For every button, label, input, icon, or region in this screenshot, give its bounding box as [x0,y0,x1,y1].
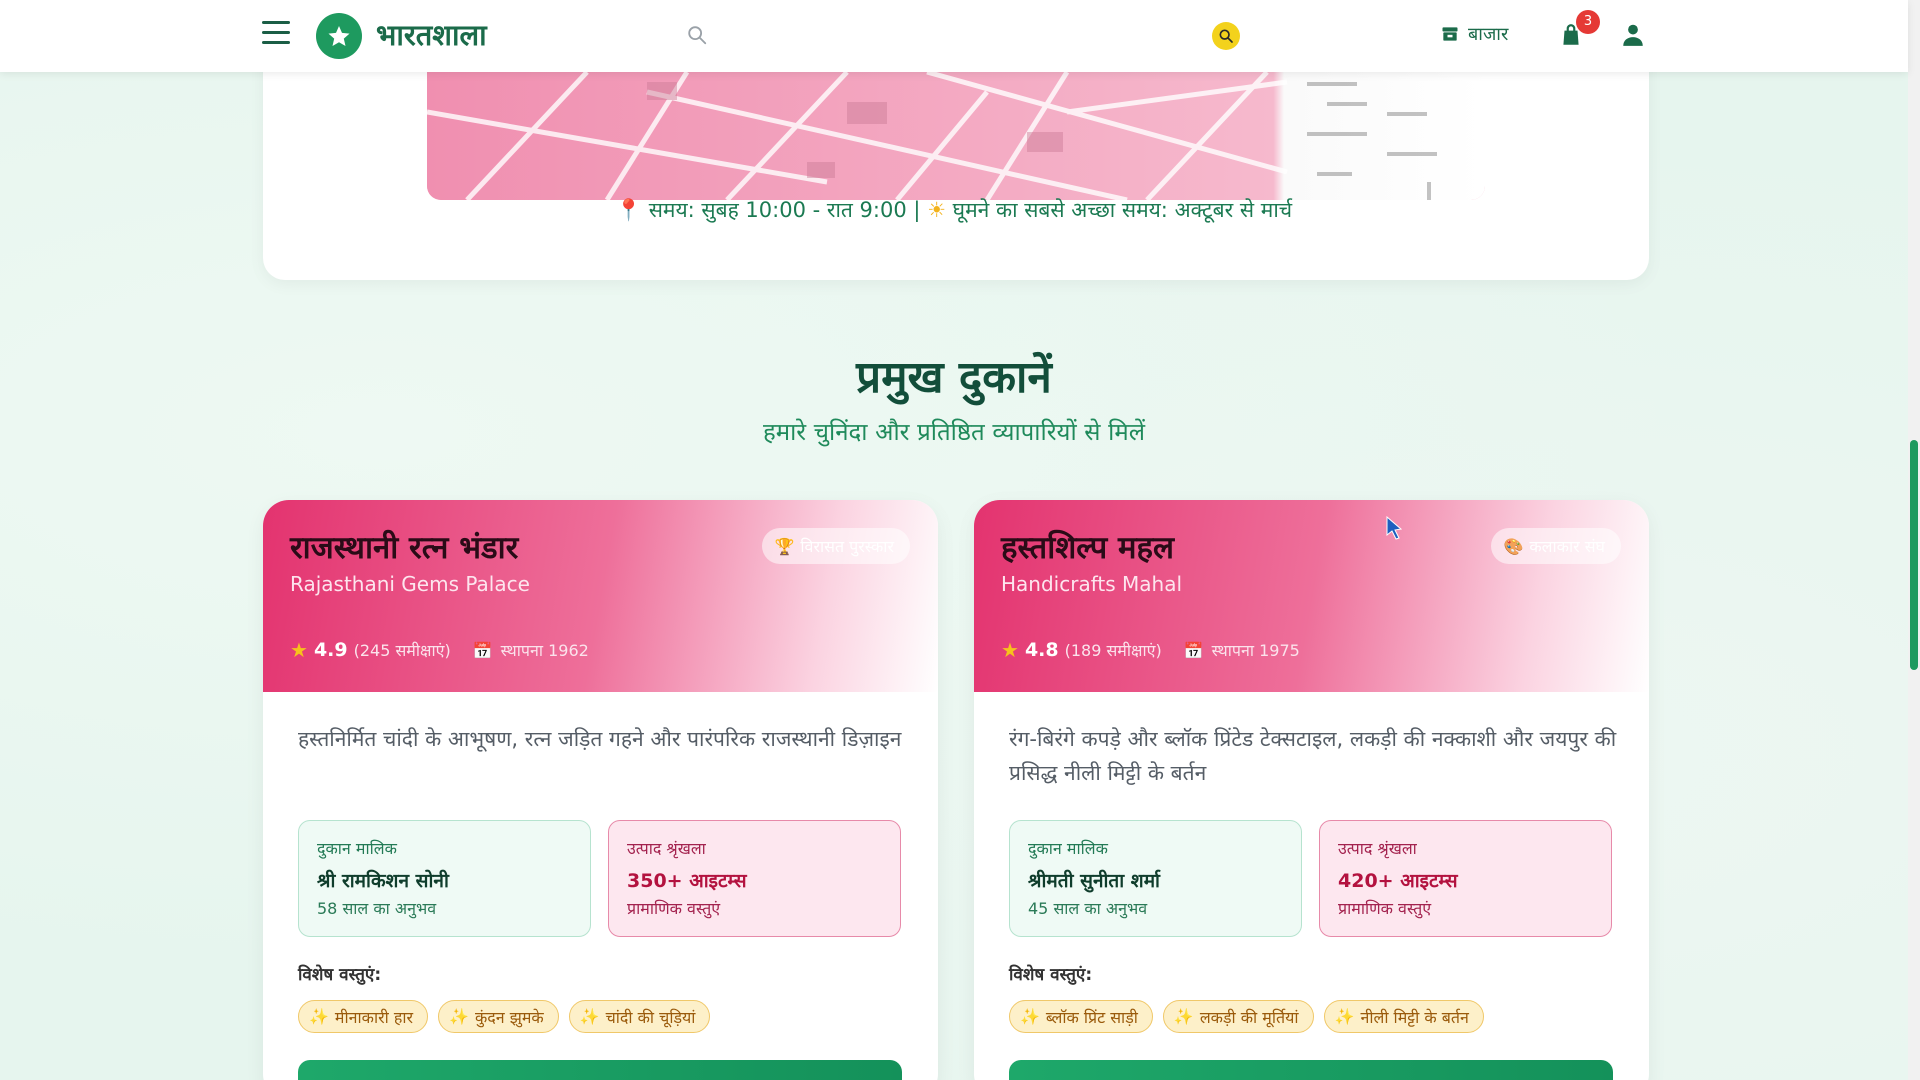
established-year: स्थापना 1962 [500,641,589,660]
range-sub: प्रामाणिक वस्तुएं [627,899,721,918]
palette-icon: 🎨 [1503,536,1524,556]
cart-count-badge: 3 [1576,10,1600,34]
mouse-cursor-icon [1386,515,1404,544]
chip-label: लकड़ी की मूर्तियां [1199,1007,1299,1027]
range-label: उत्पाद श्रृंखला [1338,839,1417,858]
special-item-chip[interactable]: ✨ मीनाकारी हार [298,1000,429,1033]
star-icon: ★ [290,638,308,662]
badge-label: विरासत पुरस्कार [800,537,894,556]
shop-card-handicrafts-mahal[interactable]: हस्तशिल्प महल Handicrafts Mahal 🎨 कलाकार… [974,500,1649,1080]
shop-rating: ★ 4.8 (189 समीक्षाएं) [1001,638,1162,662]
best-time-text: घूमने का सबसे अच्छा समय: अक्टूबर से मार्… [952,198,1293,222]
special-items-label: विशेष वस्तुएं: [1009,965,1093,985]
user-icon[interactable] [1620,22,1648,50]
special-item-chip[interactable]: ✨ चांदी की चूड़ियां [568,1000,711,1033]
section-title: प्रमुख दुकानें [856,352,1052,403]
sparkle-icon: ✨ [1334,1007,1355,1026]
separator: | [913,198,921,222]
product-range-box: उत्पाद श्रृंखला 350+ आइटम्स प्रामाणिक वस… [608,820,901,937]
special-item-chip[interactable]: ✨ कुंदन झुमके [438,1000,559,1033]
shop-name: राजस्थानी रत्न भंडार [290,530,519,566]
special-items-list: ✨ ब्लॉक प्रिंट साड़ी ✨ लकड़ी की मूर्तियां … [1009,1000,1484,1033]
calendar-icon: 📅 [472,640,493,660]
shop-meta: ★ 4.8 (189 समीक्षाएं) 📅 स्थापना 1975 [1001,638,1300,662]
owner-info-box: दुकान मालिक श्रीमती सुनीता शर्मा 45 साल … [1009,820,1302,937]
shop-card-rajasthani-gems[interactable]: राजस्थानी रत्न भंडार Rajasthani Gems Pal… [263,500,938,1080]
brand-name[interactable]: भारतशाला [376,15,487,54]
chip-label: ब्लॉक प्रिंट साड़ी [1045,1007,1138,1027]
established-info: 📅 स्थापना 1975 [1184,639,1300,661]
sparkle-icon: ✨ [579,1007,600,1026]
market-map-image[interactable] [427,72,1485,200]
chip-label: मीनाकारी हार [334,1007,414,1027]
artist-guild-badge: 🎨 कलाकार संघ [1491,528,1621,564]
owner-experience: 45 साल का अनुभव [1028,899,1148,918]
owner-info-box: दुकान मालिक श्री रामकिशन सोनी 58 साल का … [298,820,591,937]
owner-label: दुकान मालिक [1028,839,1108,858]
star-icon: ★ [1001,638,1019,662]
owner-name: श्री रामकिशन सोनी [317,870,449,892]
calendar-icon: 📅 [1183,640,1204,660]
chip-label: नीली मिट्टी के बर्तन [1360,1007,1469,1027]
shop-description: हस्तनिर्मित चांदी के आभूषण, रत्न जड़ित ग… [298,727,902,751]
sparkle-icon: ✨ [1020,1007,1040,1026]
market-timing-info: 📍 समय: सुबह 10:00 - रात 9:00 | ☀ घूमने क… [0,196,1908,224]
review-count: (245 समीक्षाएं) [353,641,451,660]
visit-shop-button[interactable] [298,1060,902,1080]
sun-icon: ☀ [927,198,946,222]
range-sub: प्रामाणिक वस्तुएं [1338,899,1432,918]
shop-name-english: Handicrafts Mahal [1001,572,1183,596]
top-navigation-bar: भारतशाला बाजार 3 [0,0,1908,72]
market-link[interactable]: बाजार [1440,22,1508,46]
location-pin-icon: 📍 [615,198,643,222]
sparkle-icon: ✨ [1173,1007,1194,1026]
range-value: 350+ आइटम्स [627,870,747,892]
section-subtitle: हमारे चुनिंदा और प्रतिष्ठित व्यापारियों … [762,418,1145,446]
owner-label: दुकान मालिक [317,839,397,858]
established-year: स्थापना 1975 [1211,641,1300,660]
special-item-chip[interactable]: ✨ ब्लॉक प्रिंट साड़ी [1009,1000,1153,1033]
market-label: बाजार [1468,24,1509,45]
search-icon [686,24,708,50]
shop-name: हस्तशिल्प महल [1001,530,1175,566]
trophy-icon: 🏆 [774,536,795,556]
store-icon [1442,27,1458,41]
sparkle-icon: ✨ [309,1007,329,1026]
owner-experience: 58 साल का अनुभव [317,899,437,918]
shop-card-header: हस्तशिल्प महल Handicrafts Mahal 🎨 कलाकार… [974,500,1649,692]
special-items-label: विशेष वस्तुएं: [298,965,382,985]
shop-name-english: Rajasthani Gems Palace [290,572,530,596]
sparkle-icon: ✨ [449,1007,469,1026]
product-range-box: उत्पाद श्रृंखला 420+ आइटम्स प्रामाणिक वस… [1319,820,1612,937]
badge-label: कलाकार संघ [1529,537,1605,556]
scrollbar-thumb[interactable] [1910,440,1918,670]
owner-name: श्रीमती सुनीता शर्मा [1028,870,1160,892]
shop-meta: ★ 4.9 (245 समीक्षाएं) 📅 स्थापना 1962 [290,638,589,662]
shop-card-header: राजस्थानी रत्न भंडार Rajasthani Gems Pal… [263,500,938,692]
shop-rating: ★ 4.9 (245 समीक्षाएं) [290,638,451,662]
special-items-list: ✨ मीनाकारी हार ✨ कुंदन झुमके ✨ चांदी की चूड… [298,1000,711,1033]
rating-value: 4.8 [1024,639,1059,661]
rating-value: 4.9 [313,639,348,661]
heritage-award-badge: 🏆 विरासत पुरस्कार [762,528,910,564]
established-info: 📅 स्थापना 1962 [473,639,589,661]
visit-shop-button[interactable] [1009,1060,1613,1080]
search-button[interactable] [1212,22,1240,50]
star-icon[interactable] [316,13,362,59]
shop-description: रंग-बिरंगे कपड़े और ब्लॉक प्रिंटेड टेक्स… [1009,727,1617,785]
timing-text: समय: सुबह 10:00 - रात 9:00 [648,198,907,222]
range-value: 420+ आइटम्स [1338,870,1458,892]
special-item-chip[interactable]: ✨ लकड़ी की मूर्तियां [1162,1000,1314,1033]
chip-label: चांदी की चूड़ियां [605,1007,696,1027]
hamburger-icon[interactable] [262,21,290,45]
chip-label: कुंदन झुमके [474,1007,544,1027]
range-label: उत्पाद श्रृंखला [627,839,706,858]
review-count: (189 समीक्षाएं) [1064,641,1162,660]
search-input[interactable] [712,18,1202,52]
special-item-chip[interactable]: ✨ नीली मिट्टी के बर्तन [1323,1000,1484,1033]
